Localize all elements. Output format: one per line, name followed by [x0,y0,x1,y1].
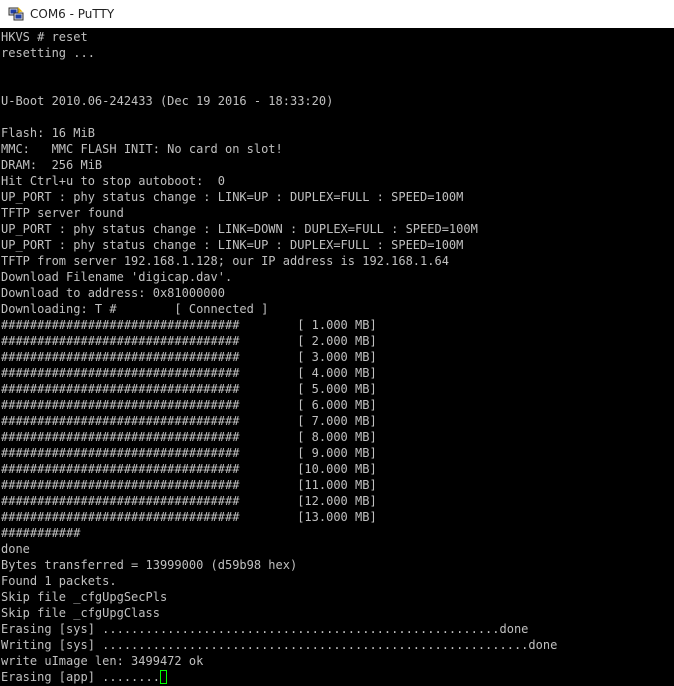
terminal-line: ################################# [ 2.00… [1,333,674,349]
terminal-line: TFTP from server 192.168.1.128; our IP a… [1,253,674,269]
terminal-line-text: ################################# [ 9.00… [1,446,377,460]
terminal-line-text: Found 1 packets. [1,574,117,588]
terminal-line-text: done [1,542,30,556]
terminal-line: done [1,541,674,557]
terminal-line-text: Flash: 16 MiB [1,126,95,140]
terminal-line: ################################# [11.00… [1,477,674,493]
terminal-line-text: ################################# [ 3.00… [1,350,377,364]
terminal-line: ################################# [ 5.00… [1,381,674,397]
title-bar[interactable]: COM6 - PuTTY [0,0,674,28]
terminal-line-text: ################################# [13.00… [1,510,377,524]
terminal-line-text: ################################# [ 1.00… [1,318,377,332]
terminal-line: Skip file _cfgUpgClass [1,605,674,621]
terminal-line: MMC: MMC FLASH INIT: No card on slot! [1,141,674,157]
terminal-line: resetting ... [1,45,674,61]
terminal-line-text: TFTP from server 192.168.1.128; our IP a… [1,254,449,268]
terminal-line: HKVS # reset [1,29,674,45]
terminal-line-text: Writing [sys] ..........................… [1,638,558,652]
terminal-line-text: UP_PORT : phy status change : LINK=UP : … [1,190,464,204]
terminal-line-text: ################################# [11.00… [1,478,377,492]
terminal-line-text: MMC: MMC FLASH INIT: No card on slot! [1,142,283,156]
terminal-line-text: UP_PORT : phy status change : LINK=UP : … [1,238,464,252]
terminal-line: Flash: 16 MiB [1,125,674,141]
terminal-line-text: TFTP server found [1,206,124,220]
terminal-cursor [159,670,167,684]
terminal-line: Bytes transferred = 13999000 (d59b98 hex… [1,557,674,573]
terminal-line-text: Downloading: T # [ Connected ] [1,302,269,316]
putty-app-icon[interactable] [8,6,24,22]
putty-window: COM6 - PuTTY HKVS # reset resetting ... U-… [0,0,674,686]
terminal-line: U-Boot 2010.06-242433 (Dec 19 2016 - 18:… [1,93,674,109]
terminal-line: Hit Ctrl+u to stop autoboot: 0 [1,173,674,189]
terminal-line-text: ################################# [ 2.00… [1,334,377,348]
terminal-line-text: ################################# [ 7.00… [1,414,377,428]
terminal-line-text: ################################# [12.00… [1,494,377,508]
terminal-line-text: resetting ... [1,46,95,60]
terminal-line: Writing [sys] ..........................… [1,637,674,653]
terminal-line: Erasing [sys] ..........................… [1,621,674,637]
terminal-line: UP_PORT : phy status change : LINK=UP : … [1,237,674,253]
terminal-line-text: DRAM: 256 MiB [1,158,103,172]
terminal-line: Skip file _cfgUpgSecPls [1,589,674,605]
terminal-line: ################################# [13.00… [1,509,674,525]
terminal-line: ################################# [ 8.00… [1,429,674,445]
terminal-line: Erasing [app] ........ [1,669,674,685]
terminal-line: Downloading: T # [ Connected ] [1,301,674,317]
terminal-line-text: Erasing [sys] ..........................… [1,622,529,636]
terminal-line: Download to address: 0x81000000 [1,285,674,301]
terminal-line-text: ################################# [ 4.00… [1,366,377,380]
terminal-line: ################################# [10.00… [1,461,674,477]
terminal-line: TFTP server found [1,205,674,221]
terminal-line-text: ########### [1,526,81,540]
terminal-line-text: Bytes transferred = 13999000 (d59b98 hex… [1,558,298,572]
terminal-line-text: Skip file _cfgUpgSecPls [1,590,168,604]
window-title: COM6 - PuTTY [30,7,115,21]
terminal-line: ################################# [ 7.00… [1,413,674,429]
terminal-line: ################################# [ 6.00… [1,397,674,413]
terminal-line-text: ################################# [ 8.00… [1,430,377,444]
terminal-line-text: write uImage len: 3499472 ok [1,654,204,668]
terminal-line: UP_PORT : phy status change : LINK=UP : … [1,189,674,205]
terminal-line: ################################# [ 9.00… [1,445,674,461]
terminal-line-text: Skip file _cfgUpgClass [1,606,160,620]
terminal-line-text: UP_PORT : phy status change : LINK=DOWN … [1,222,478,236]
terminal-line: ########### [1,525,674,541]
terminal-output[interactable]: HKVS # reset resetting ... U-Boot 2010.06-… [0,28,674,686]
terminal-line: ################################# [12.00… [1,493,674,509]
terminal-line: ################################# [ 3.00… [1,349,674,365]
terminal-line-text: ################################# [ 5.00… [1,382,377,396]
terminal-line: DRAM: 256 MiB [1,157,674,173]
terminal-line: Found 1 packets. [1,573,674,589]
terminal-line-text: HKVS # reset [1,30,88,44]
terminal-line-text: ################################# [ 6.00… [1,398,377,412]
terminal-line: UP_PORT : phy status change : LINK=DOWN … [1,221,674,237]
terminal-line: ################################# [ 1.00… [1,317,674,333]
terminal-line-text: Erasing [app] ........ [1,670,160,684]
terminal-line: ################################# [ 4.00… [1,365,674,381]
terminal-line: write uImage len: 3499472 ok [1,653,674,669]
terminal-line-text: Download Filename 'digicap.dav'. [1,270,233,284]
terminal-line-text: ################################# [10.00… [1,462,377,476]
terminal-line-text: Download to address: 0x81000000 [1,286,225,300]
terminal-line-text: Hit Ctrl+u to stop autoboot: 0 [1,174,225,188]
terminal-line: Download Filename 'digicap.dav'. [1,269,674,285]
terminal-line-text: U-Boot 2010.06-242433 (Dec 19 2016 - 18:… [1,94,334,108]
